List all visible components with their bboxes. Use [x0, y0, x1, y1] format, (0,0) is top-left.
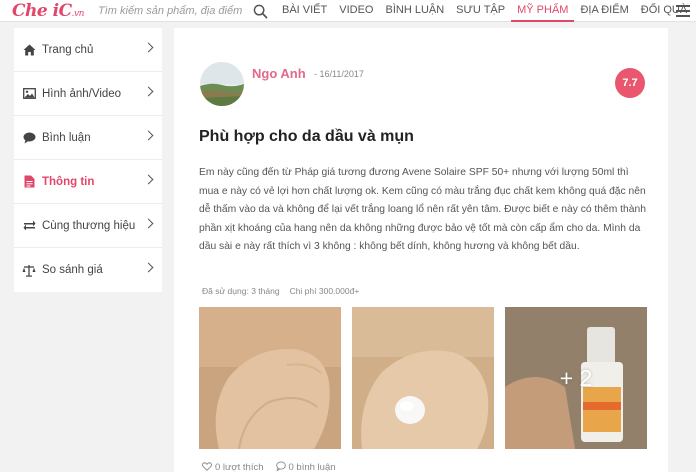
- chevron-right-icon: [143, 86, 154, 97]
- sidebar-item-label: Trang chủ: [42, 43, 94, 56]
- sidebar-item-label: Cùng thương hiệu: [42, 219, 136, 232]
- photo-gallery: + 2: [199, 307, 647, 449]
- search-input[interactable]: [98, 3, 268, 19]
- comment-button[interactable]: 0 bình luận: [275, 461, 336, 472]
- main-nav: BÀI VIẾT VIDEO BÌNH LUẬN SƯU TẬP MỸ PHẨM…: [276, 0, 693, 22]
- comment-icon: [22, 131, 36, 145]
- review-photo-product[interactable]: + 2: [505, 307, 647, 449]
- score-badge: 7.7: [615, 68, 645, 98]
- cost-value: 300.000đ+: [318, 286, 360, 296]
- comment-count: 0 bình luận: [288, 462, 336, 472]
- heart-icon: [202, 461, 212, 472]
- review-date: - 16/11/2017: [314, 69, 364, 79]
- comment-outline-icon: [275, 461, 286, 472]
- sidebar-item-same-brand[interactable]: Cùng thương hiệu: [14, 204, 162, 248]
- used-label: Đã sử dụng:: [202, 286, 249, 296]
- scale-icon: [22, 263, 36, 277]
- nav-video[interactable]: VIDEO: [333, 0, 379, 22]
- top-bar: Che iC.vn BÀI VIẾT VIDEO BÌNH LUẬN SƯU T…: [0, 0, 696, 22]
- sidebar-item-label: So sánh giá: [42, 264, 103, 276]
- site-logo[interactable]: Che iC.vn: [12, 1, 84, 21]
- sidebar-item-label: Thông tin: [42, 175, 95, 188]
- used-value: 3 tháng: [251, 286, 280, 296]
- review-body: Em này cũng đến từ Pháp giá tương đương …: [199, 167, 646, 252]
- review-photo-hand[interactable]: [199, 307, 341, 449]
- image-icon: [22, 87, 36, 101]
- review-meta: Đã sử dụng: 3 tháng Chi phí 300.000đ+: [202, 286, 359, 296]
- sidebar-item-info[interactable]: Thông tin: [14, 160, 162, 204]
- more-photos-overlay[interactable]: + 2: [505, 307, 647, 449]
- like-button[interactable]: 0 lượt thích: [202, 461, 264, 472]
- chevron-right-icon: [143, 42, 154, 53]
- menu-icon[interactable]: [676, 4, 690, 18]
- home-icon: [22, 43, 36, 57]
- sidebar-item-media[interactable]: Hình ảnh/Video: [14, 72, 162, 116]
- sidebar-item-comments[interactable]: Bình luận: [14, 116, 162, 160]
- chevron-right-icon: [143, 218, 154, 229]
- chevron-right-icon: [143, 130, 154, 141]
- nav-binh-luan[interactable]: BÌNH LUẬN: [379, 0, 450, 22]
- exchange-icon: [22, 219, 36, 233]
- review-photo-cream[interactable]: [352, 307, 494, 449]
- like-count: 0 lượt thích: [215, 462, 264, 472]
- nav-suu-tap[interactable]: SƯU TẬP: [450, 0, 511, 22]
- review-title: Phù hợp cho da dầu và mụn: [199, 128, 414, 145]
- review-author[interactable]: Ngo Anh: [252, 66, 306, 81]
- review-card: Ngo Anh - 16/11/2017 7.7 Phù hợp cho da …: [174, 28, 668, 472]
- cost-label: Chi phí: [289, 286, 317, 296]
- document-icon: [22, 175, 36, 189]
- sidebar-item-label: Bình luận: [42, 131, 91, 144]
- nav-dia-diem[interactable]: ĐỊA ĐIỂM: [574, 0, 634, 22]
- sidebar-item-compare-price[interactable]: So sánh giá: [14, 248, 162, 292]
- sidebar-item-home[interactable]: Trang chủ: [14, 28, 162, 72]
- avatar[interactable]: [200, 62, 244, 106]
- nav-bai-viet[interactable]: BÀI VIẾT: [276, 0, 333, 22]
- sidebar: Trang chủ Hình ảnh/Video Bình luận Thông…: [14, 28, 162, 292]
- chevron-right-icon: [143, 262, 154, 273]
- review-actions: 0 lượt thích 0 bình luận: [202, 461, 336, 472]
- search-icon[interactable]: [250, 1, 270, 21]
- sidebar-item-label: Hình ảnh/Video: [42, 87, 122, 100]
- chevron-right-icon: [143, 174, 154, 185]
- nav-my-pham[interactable]: MỸ PHẨM: [511, 0, 575, 22]
